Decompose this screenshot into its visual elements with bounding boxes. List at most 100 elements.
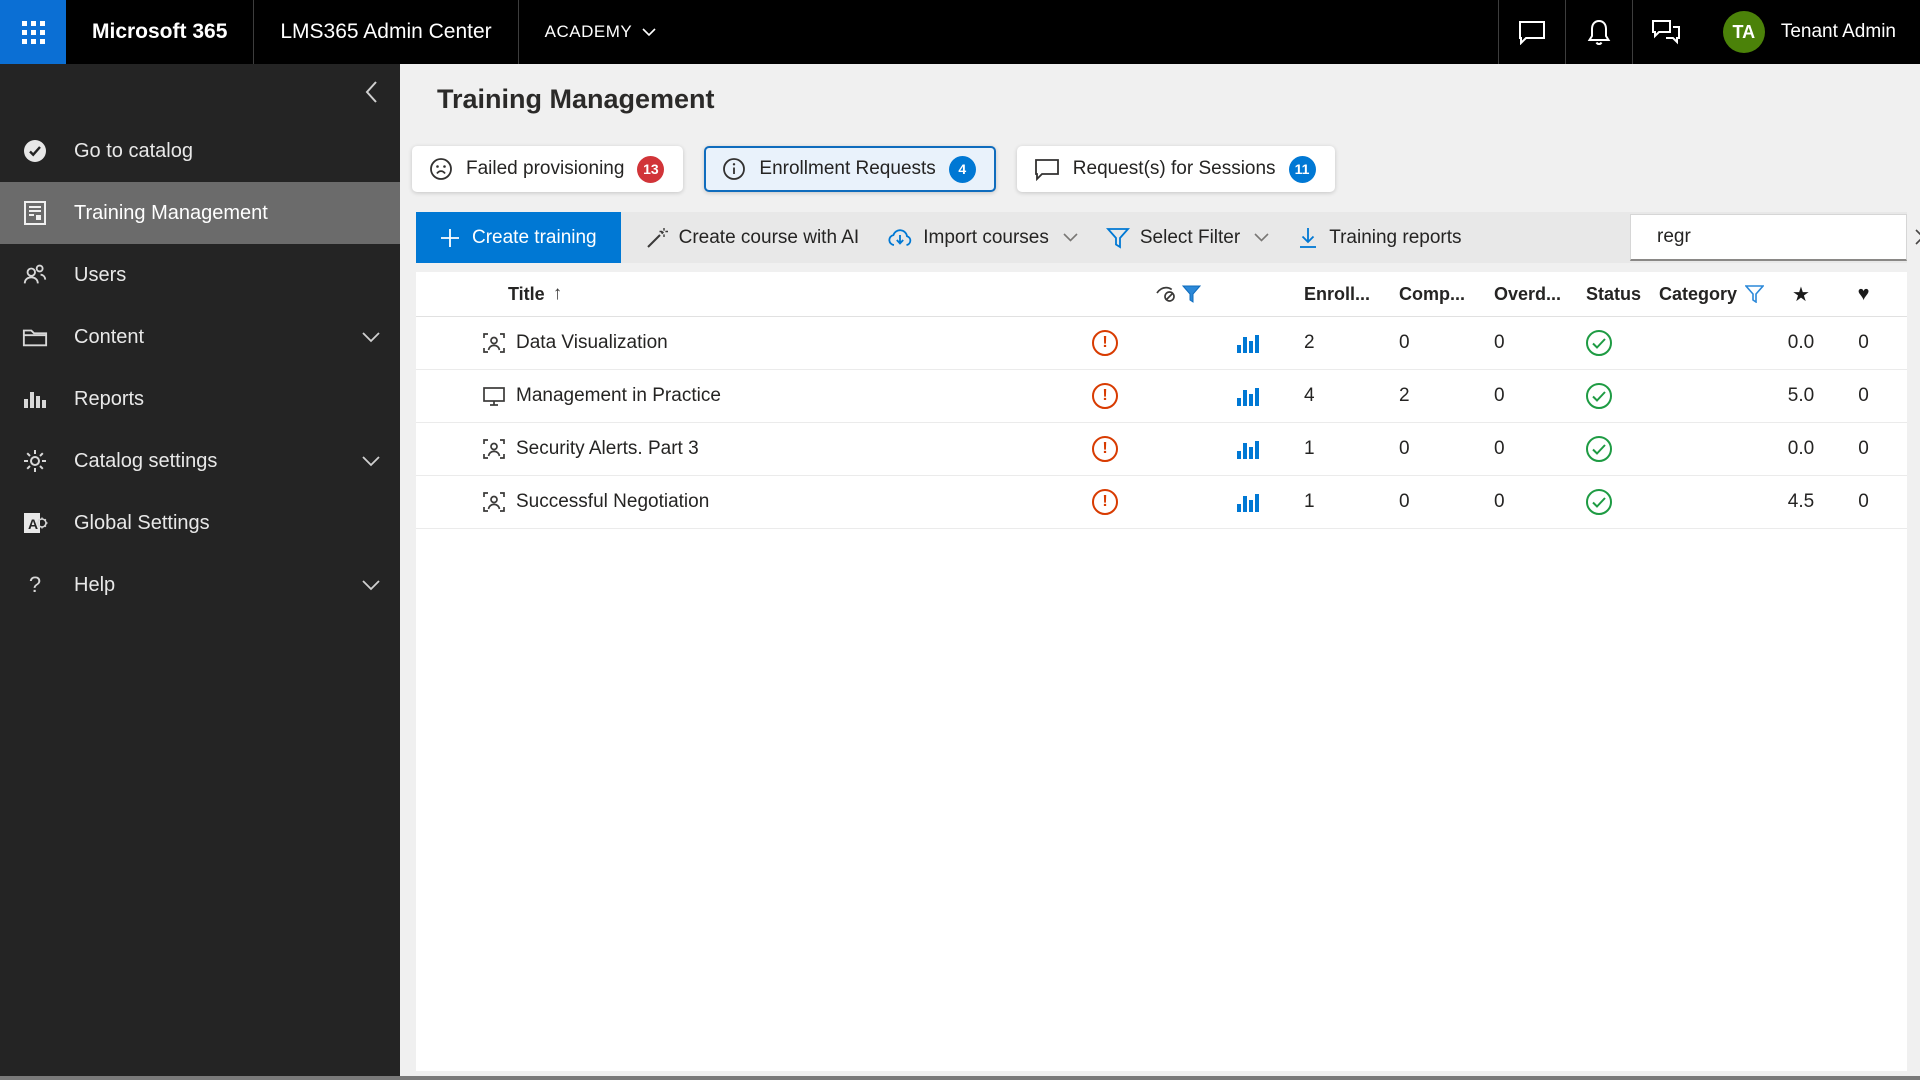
training-reports-button[interactable]: Training reports — [1283, 212, 1475, 263]
overdue-count: 0 — [1494, 438, 1505, 459]
chevron-down-icon — [362, 331, 380, 342]
elearning-course-icon — [482, 385, 506, 407]
tab-strip: Failed provisioning 13 Enrollment Reques… — [412, 146, 1335, 192]
sidebar-item-content[interactable]: Content — [0, 306, 400, 368]
sidebar-item-catalog-settings[interactable]: Catalog settings — [0, 430, 400, 492]
tab-failed-provisioning[interactable]: Failed provisioning 13 — [412, 146, 684, 192]
sidebar-item-help[interactable]: ? Help — [0, 554, 400, 616]
sidebar-item-label: Users — [74, 263, 127, 286]
sidebar-item-label: Content — [74, 325, 145, 348]
enrolled-count: 1 — [1304, 438, 1315, 459]
table-row[interactable]: Data Visualization ! 2 0 0 0.0 0 — [416, 317, 1907, 370]
likes-count: 0 — [1858, 385, 1869, 406]
office-top-bar: Microsoft 365 LMS365 Admin Center ACADEM… — [0, 0, 1920, 64]
column-header-likes[interactable]: ♥ — [1832, 283, 1895, 306]
app-title[interactable]: LMS365 Admin Center — [254, 0, 517, 64]
account-menu[interactable]: TA Tenant Admin — [1699, 0, 1920, 64]
select-filter-button[interactable]: Select Filter — [1092, 212, 1283, 263]
published-status-icon — [1586, 489, 1612, 515]
rating-value: 0.0 — [1787, 438, 1815, 459]
instructor-led-course-icon — [482, 491, 506, 513]
sidebar-item-go-to-catalog[interactable]: Go to catalog — [0, 120, 400, 182]
sidebar-item-reports[interactable]: Reports — [0, 368, 400, 430]
sidebar-item-global-settings[interactable]: A Global Settings — [0, 492, 400, 554]
table-row[interactable]: Security Alerts. Part 3 ! 1 0 0 0.0 0 — [416, 423, 1907, 476]
search-box — [1630, 214, 1920, 261]
statistics-icon[interactable] — [1236, 386, 1259, 406]
enrolled-count: 2 — [1304, 332, 1315, 353]
bar-chart-icon — [22, 386, 48, 412]
sidebar-item-label: Reports — [74, 387, 145, 410]
chat-button[interactable] — [1499, 0, 1565, 64]
create-training-label: Create training — [472, 226, 597, 248]
import-courses-label: Import courses — [923, 226, 1049, 248]
cloud-download-icon — [888, 228, 912, 246]
user-name: Tenant Admin — [1780, 21, 1896, 42]
search-input[interactable] — [1657, 226, 1902, 248]
overdue-count: 0 — [1494, 385, 1505, 406]
provisioning-warning-icon[interactable]: ! — [1092, 383, 1118, 409]
brand-title[interactable]: Microsoft 365 — [66, 0, 253, 64]
column-header-status[interactable]: Status — [1572, 284, 1645, 305]
notifications-button[interactable] — [1566, 0, 1632, 64]
collapse-sidebar-icon[interactable] — [364, 80, 378, 104]
column-header-rating[interactable]: ★ — [1770, 282, 1832, 307]
enrolled-count: 1 — [1304, 491, 1315, 512]
table-row[interactable]: Successful Negotiation ! 1 0 0 4.5 0 — [416, 476, 1907, 529]
plus-icon — [441, 228, 459, 247]
likes-count: 0 — [1858, 332, 1869, 353]
chat-icon — [1518, 21, 1545, 45]
clear-search-icon[interactable] — [1914, 228, 1920, 246]
provisioning-warning-icon[interactable]: ! — [1092, 489, 1118, 515]
gear-icon — [22, 448, 48, 474]
statistics-icon[interactable] — [1236, 439, 1259, 459]
create-course-ai-button[interactable]: Create course with AI — [631, 212, 874, 263]
help-icon: ? — [28, 572, 42, 597]
statistics-icon[interactable] — [1236, 333, 1259, 353]
horizontal-scrollbar[interactable] — [0, 1076, 1920, 1080]
table-row[interactable]: Management in Practice ! 4 2 0 5.0 0 — [416, 370, 1907, 423]
chevron-down-icon — [1063, 233, 1078, 242]
tab-requests-for-sessions[interactable]: Request(s) for Sessions 11 — [1016, 146, 1335, 192]
sidebar-item-users[interactable]: Users — [0, 244, 400, 306]
table-header-row: Title ↑ Enroll... Comp... Overd... Statu… — [416, 272, 1907, 317]
training-title[interactable]: Security Alerts. Part 3 — [516, 438, 699, 460]
tab-enrollment-requests[interactable]: Enrollment Requests 4 — [704, 146, 996, 192]
provisioning-warning-icon[interactable]: ! — [1092, 436, 1118, 462]
feedback-button[interactable] — [1633, 0, 1699, 64]
sidebar-item-label: Global Settings — [74, 511, 210, 534]
chevron-down-icon — [1254, 233, 1269, 242]
chevron-down-icon — [362, 455, 380, 466]
training-title[interactable]: Management in Practice — [516, 385, 721, 407]
magic-wand-icon — [646, 227, 668, 248]
svg-text:A: A — [28, 516, 38, 532]
provisioning-warning-icon[interactable]: ! — [1092, 330, 1118, 356]
sidebar-nav: Go to catalog Training Management Users … — [0, 64, 400, 1080]
avatar[interactable]: TA — [1722, 11, 1765, 53]
column-header-completed[interactable]: Comp... — [1385, 284, 1480, 305]
org-selector[interactable]: ACADEMY — [519, 0, 683, 64]
likes-count: 0 — [1858, 491, 1869, 512]
training-title[interactable]: Successful Negotiation — [516, 491, 709, 513]
users-icon — [22, 262, 48, 288]
column-header-overdue[interactable]: Overd... — [1480, 284, 1572, 305]
app-launcher-button[interactable] — [0, 0, 66, 64]
overdue-count: 0 — [1494, 332, 1505, 353]
column-header-visibility[interactable] — [1150, 284, 1205, 304]
tab-count-badge: 11 — [1288, 155, 1316, 183]
tab-label: Enrollment Requests — [759, 158, 936, 179]
column-header-title[interactable]: Title ↑ — [416, 283, 1060, 305]
column-header-category[interactable]: Category — [1645, 284, 1770, 305]
import-courses-button[interactable]: Import courses — [873, 212, 1092, 263]
column-header-enrolled[interactable]: Enroll... — [1290, 284, 1385, 305]
training-title[interactable]: Data Visualization — [516, 332, 668, 354]
create-training-button[interactable]: Create training — [416, 212, 621, 263]
chevron-down-icon — [642, 27, 656, 36]
statistics-icon[interactable] — [1236, 492, 1259, 512]
chevron-down-icon — [362, 579, 380, 590]
sidebar-item-training-management[interactable]: Training Management — [0, 182, 400, 244]
catalog-check-icon — [22, 138, 48, 164]
sidebar-item-label: Help — [74, 573, 116, 596]
completed-count: 2 — [1399, 385, 1410, 406]
completed-count: 0 — [1399, 491, 1410, 512]
